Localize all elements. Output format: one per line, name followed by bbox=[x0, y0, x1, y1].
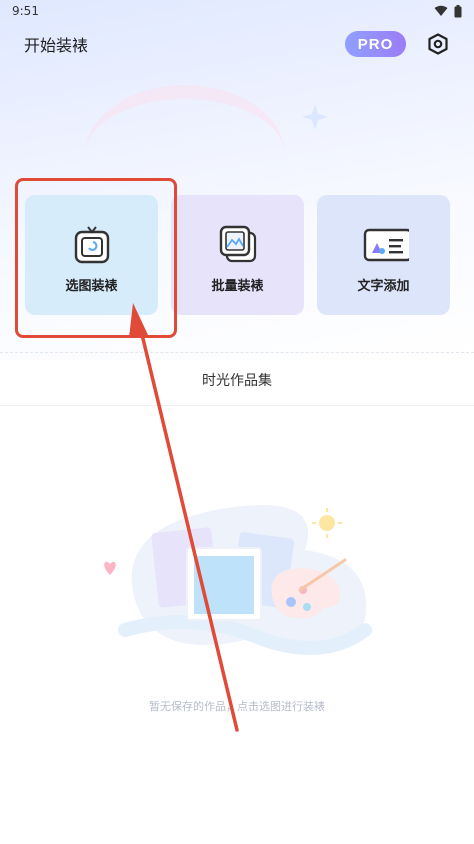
status-bar: 9:51 bbox=[0, 0, 474, 22]
wifi-icon bbox=[434, 5, 448, 16]
battery-icon bbox=[454, 4, 462, 17]
sparkle-icon bbox=[302, 104, 328, 130]
empty-state-message: 暂无保存的作品，点击选图进行装裱 bbox=[149, 700, 325, 713]
settings-button[interactable] bbox=[424, 30, 452, 58]
section-divider bbox=[0, 352, 474, 353]
section-underline bbox=[0, 405, 474, 406]
highlight-annotation-box bbox=[15, 178, 177, 338]
settings-hexagon-icon bbox=[428, 33, 448, 55]
status-time: 9:51 bbox=[12, 4, 39, 18]
text-card-icon bbox=[363, 228, 409, 262]
stacked-photos-icon bbox=[219, 225, 256, 263]
empty-state-illustration bbox=[104, 505, 372, 655]
add-text-card[interactable]: 文字添加 bbox=[317, 195, 450, 315]
header: 开始装裱 PRO bbox=[0, 28, 474, 60]
card-label-batch-frame: 批量装裱 bbox=[211, 279, 264, 294]
pro-label: PRO bbox=[357, 35, 394, 53]
card-label-add-text: 文字添加 bbox=[357, 279, 410, 294]
page-title: 开始装裱 bbox=[24, 36, 89, 55]
section-title: 时光作品集 bbox=[202, 373, 272, 389]
pro-button[interactable]: PRO bbox=[345, 31, 406, 57]
batch-frame-card[interactable]: 批量装裱 bbox=[171, 195, 304, 315]
